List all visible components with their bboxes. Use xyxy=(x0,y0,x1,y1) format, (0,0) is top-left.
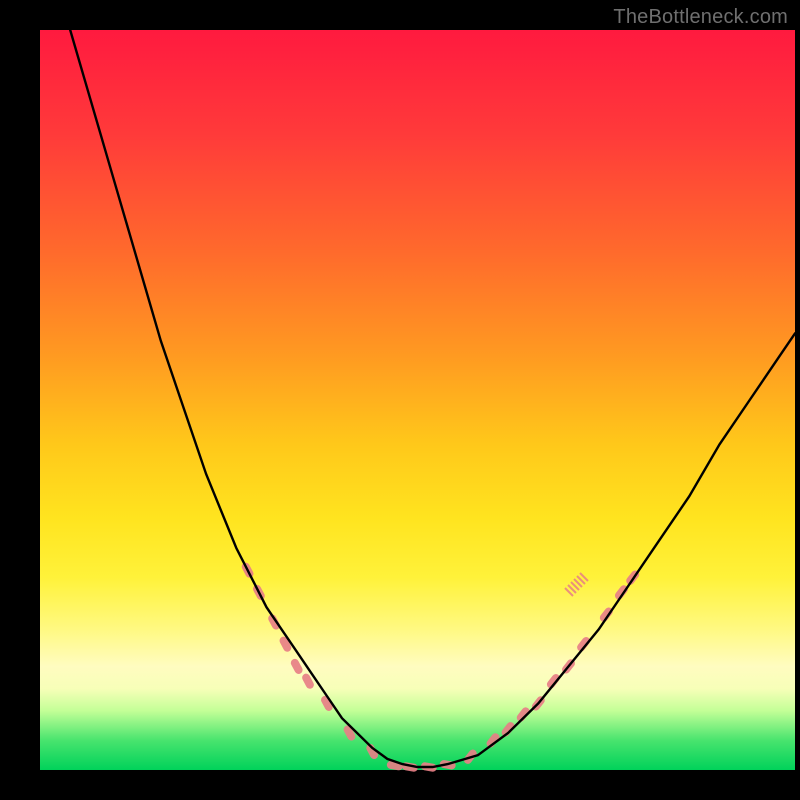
curve-svg xyxy=(40,30,795,770)
watermark-text: TheBottleneck.com xyxy=(613,6,788,29)
notch-marker xyxy=(545,672,561,690)
notch-marker xyxy=(267,613,282,631)
notch-marker xyxy=(576,635,592,653)
bottleneck-curve xyxy=(70,30,795,767)
marker-layer xyxy=(240,561,640,772)
notch-marker xyxy=(515,706,531,724)
plot-area xyxy=(40,30,795,770)
chart-frame: TheBottleneck.com xyxy=(0,0,800,800)
tick-cluster xyxy=(565,573,588,596)
notch-marker xyxy=(500,721,516,739)
